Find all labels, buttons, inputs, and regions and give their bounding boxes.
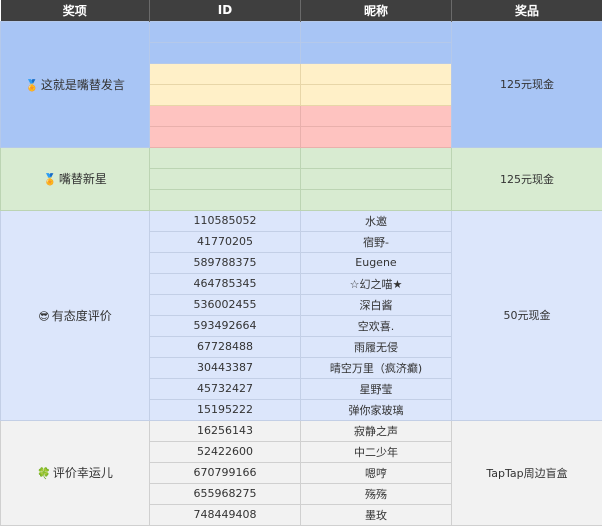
nickname-cell xyxy=(300,167,452,190)
prize-cell: 125元现金 xyxy=(451,20,602,148)
section-new-star: 🏅 嘴替新星 125元现金 xyxy=(0,146,602,211)
award-label: 这就是嘴替发言 xyxy=(40,77,125,92)
id-cell: 45732427 xyxy=(149,377,301,400)
section-best-speech: 🏅 这就是嘴替发言 125元现金 xyxy=(0,20,602,148)
medal-icon: 🏅 xyxy=(43,173,57,186)
id-cell: 16256143 xyxy=(149,419,301,442)
id-cell: 670799166 xyxy=(149,461,301,484)
awards-table: 奖项 ID 昵称 奖品 🏅 这就是嘴替发言 125元现金 🏅 嘴替新星 125元… xyxy=(0,0,602,526)
id-cell xyxy=(149,83,301,106)
section-attitude-review: 😎 有态度评价 110585052 水邀 50元现金 41770205 宿野- 58… xyxy=(0,209,602,421)
nickname-cell xyxy=(300,104,452,127)
id-cell: 110585052 xyxy=(149,209,301,232)
table-row: 🍀 评价幸运儿 16256143 寂静之声 TapTap周边盲盒 xyxy=(0,419,602,526)
id-cell: 536002455 xyxy=(149,293,301,316)
four-leaf-clover-icon: 🍀 xyxy=(37,467,51,480)
nickname-cell xyxy=(300,83,452,106)
id-cell xyxy=(149,167,301,190)
sunglasses-icon: 😎 xyxy=(38,309,50,323)
award-cell: 🏅 嘴替新星 xyxy=(0,146,150,211)
nickname-cell: 空欢喜. xyxy=(300,314,452,337)
section-lucky-reviewer: 🍀 评价幸运儿 16256143 寂静之声 TapTap周边盲盒 52422600… xyxy=(0,419,602,526)
medal-icon: 🏅 xyxy=(25,78,39,92)
nickname-cell: Eugene xyxy=(300,251,452,274)
nickname-cell: 深白酱 xyxy=(300,293,452,316)
id-cell: 655968275 xyxy=(149,482,301,505)
award-cell: 🍀 评价幸运儿 xyxy=(0,419,150,526)
nickname-cell: 水邀 xyxy=(300,209,452,232)
nickname-cell: 寂静之声 xyxy=(300,419,452,442)
nickname-cell xyxy=(300,62,452,85)
table-row: 🏅 嘴替新星 125元现金 xyxy=(0,146,602,211)
nickname-cell: 星野莹 xyxy=(300,377,452,400)
id-cell xyxy=(149,20,301,43)
table-row: 😎 有态度评价 110585052 水邀 50元现金 xyxy=(0,209,602,421)
id-cell: 748449408 xyxy=(149,503,301,526)
nickname-cell: ☆幻之喵★ xyxy=(300,272,452,295)
id-cell: 15195222 xyxy=(149,398,301,421)
header-prize: 奖品 xyxy=(451,0,602,21)
nickname-cell xyxy=(300,125,452,148)
nickname-cell: 墨玫 xyxy=(300,503,452,526)
nickname-cell: 雨履无侵 xyxy=(300,335,452,358)
nickname-cell: 嗯哼 xyxy=(300,461,452,484)
id-cell: 67728488 xyxy=(149,335,301,358)
header-nickname: 昵称 xyxy=(300,0,452,21)
id-cell xyxy=(149,62,301,85)
id-cell xyxy=(149,125,301,148)
header-row: 奖项 ID 昵称 奖品 xyxy=(0,0,602,21)
table-row: 🏅 这就是嘴替发言 125元现金 xyxy=(0,20,602,148)
prize-cell: 50元现金 xyxy=(451,209,602,421)
id-cell xyxy=(149,188,301,211)
nickname-cell xyxy=(300,188,452,211)
award-cell: 😎 有态度评价 xyxy=(0,209,150,421)
id-cell: 30443387 xyxy=(149,356,301,379)
award-label: 有态度评价 xyxy=(51,308,112,323)
nickname-cell xyxy=(300,146,452,169)
header-id: ID xyxy=(149,0,301,21)
award-label: 嘴替新星 xyxy=(58,172,107,186)
id-cell: 464785345 xyxy=(149,272,301,295)
nickname-cell: 弹你家玻璃 xyxy=(300,398,452,421)
award-cell: 🏅 这就是嘴替发言 xyxy=(0,20,150,148)
id-cell: 589788375 xyxy=(149,251,301,274)
id-cell xyxy=(149,41,301,64)
nickname-cell xyxy=(300,41,452,64)
nickname-cell: 中二少年 xyxy=(300,440,452,463)
header-award: 奖项 xyxy=(0,0,150,21)
prize-cell: 125元现金 xyxy=(451,146,602,211)
prize-cell: TapTap周边盲盒 xyxy=(451,419,602,526)
id-cell: 52422600 xyxy=(149,440,301,463)
id-cell xyxy=(149,104,301,127)
nickname-cell: 晴空万里（疯济癫) xyxy=(300,356,452,379)
nickname-cell: 宿野- xyxy=(300,230,452,253)
award-label: 评价幸运儿 xyxy=(52,466,113,480)
nickname-cell xyxy=(300,20,452,43)
nickname-cell: 殇殇 xyxy=(300,482,452,505)
id-cell xyxy=(149,146,301,169)
id-cell: 41770205 xyxy=(149,230,301,253)
id-cell: 593492664 xyxy=(149,314,301,337)
